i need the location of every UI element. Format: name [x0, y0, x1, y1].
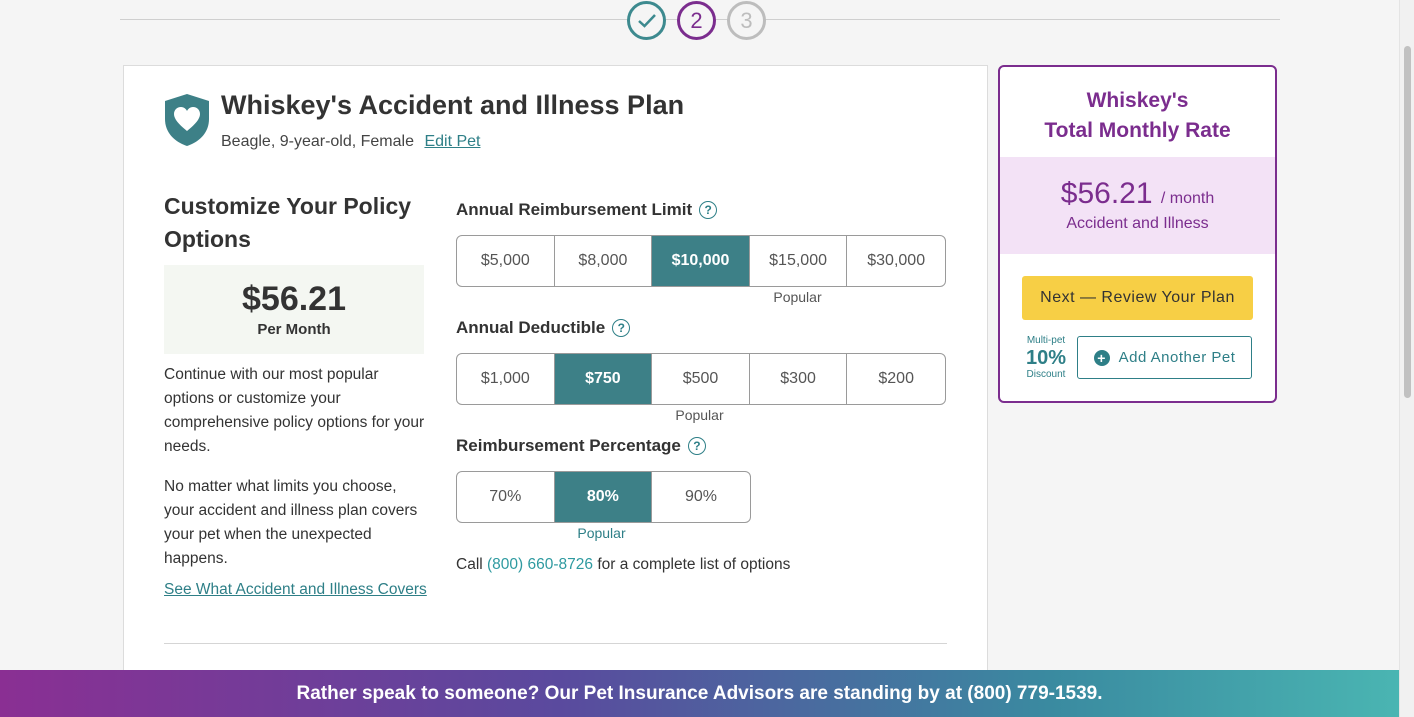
discount-bottom-label: Discount: [1026, 369, 1066, 380]
percentage-option-70[interactable]: 70%: [457, 472, 555, 522]
scrollbar-thumb[interactable]: [1404, 46, 1411, 398]
discount-value: 10%: [1025, 347, 1067, 369]
add-pet-label: Add Another Pet: [1118, 349, 1236, 366]
reimbursement-limit-label: Annual Reimbursement Limit ?: [456, 200, 718, 220]
pet-details-line: Beagle, 9-year-old, Female Edit Pet: [221, 133, 480, 151]
summary-title-line-1: Whiskey's: [1086, 89, 1189, 112]
next-review-plan-button[interactable]: Next — Review Your Plan: [1022, 276, 1253, 320]
pet-details: Beagle, 9-year-old, Female: [221, 133, 414, 150]
customize-description: Continue with our most popular options o…: [164, 366, 425, 455]
call-phone-link[interactable]: (800) 660-8726: [487, 556, 593, 573]
call-suffix: for a complete list of options: [597, 556, 791, 573]
monthly-rate-summary: Whiskey's Total Monthly Rate $56.21 / mo…: [998, 65, 1277, 403]
deductible-option-1000[interactable]: $1,000: [457, 354, 555, 404]
plus-circle-icon: +: [1093, 349, 1110, 366]
shield-heart-icon: [165, 94, 209, 146]
coverage-description: No matter what limits you choose, your a…: [164, 478, 418, 567]
deductible-popular-label: Popular: [675, 407, 724, 423]
limit-option-15000[interactable]: $15,000: [750, 236, 848, 286]
call-line: Call (800) 660-8726 for a complete list …: [456, 556, 790, 574]
step-2-current: 2: [677, 1, 716, 40]
deductible-option-500[interactable]: $500: [652, 354, 750, 404]
advisor-banner: Rather speak to someone? Our Pet Insuran…: [0, 670, 1399, 717]
limit-option-30000[interactable]: $30,000: [847, 236, 945, 286]
deductible-option-300[interactable]: $300: [750, 354, 848, 404]
edit-pet-link[interactable]: Edit Pet: [424, 133, 480, 150]
summary-price-band: $56.21 / month Accident and Illness: [1000, 157, 1275, 254]
percentage-option-90[interactable]: 90%: [652, 472, 750, 522]
see-covers-link[interactable]: See What Accident and Illness Covers: [164, 581, 427, 599]
help-icon[interactable]: ?: [687, 437, 706, 455]
deductible-option-750[interactable]: $750: [554, 354, 653, 404]
discount-top-label: Multi-pet: [1026, 335, 1066, 346]
reimbursement-percentage-text: Reimbursement Percentage: [456, 436, 681, 455]
deductible-option-200[interactable]: $200: [847, 354, 945, 404]
card-divider: [164, 643, 947, 644]
deductible-label: Annual Deductible ?: [456, 318, 631, 338]
percentage-popular-label: Popular: [577, 525, 626, 541]
help-icon[interactable]: ?: [612, 319, 631, 337]
limit-option-10000[interactable]: $10,000: [652, 236, 750, 286]
summary-price: $56.21: [1060, 177, 1153, 210]
monthly-price-box: $56.21 Per Month: [164, 265, 424, 354]
page-scrollbar[interactable]: [1399, 0, 1414, 717]
monthly-price: $56.21: [242, 280, 346, 318]
summary-per-month: / month: [1160, 190, 1215, 207]
add-another-pet-button[interactable]: + Add Another Pet: [1077, 336, 1252, 379]
summary-price-line: $56.21 / month: [1000, 177, 1275, 211]
reimbursement-limit-selector: $5,000 $8,000 $10,000 $15,000 $30,000: [456, 235, 946, 287]
help-icon[interactable]: ?: [699, 201, 718, 219]
deductible-selector: $1,000 $750 $500 $300 $200: [456, 353, 946, 405]
percentage-option-80[interactable]: 80%: [554, 472, 653, 522]
summary-plan-type: Accident and Illness: [1066, 215, 1209, 232]
price-period: Per Month: [257, 321, 331, 338]
plan-card: Whiskey's Accident and Illness Plan Beag…: [123, 65, 988, 685]
limit-popular-label: Popular: [773, 289, 822, 305]
reimbursement-limit-text: Annual Reimbursement Limit: [456, 200, 693, 219]
check-icon: [637, 13, 656, 28]
summary-title: Whiskey's Total Monthly Rate: [1000, 86, 1275, 146]
reimbursement-percentage-selector: 70% 80% 90%: [456, 471, 751, 523]
multi-pet-discount: Multi-pet 10% Discount: [1020, 335, 1072, 381]
plan-title: Whiskey's Accident and Illness Plan: [221, 90, 685, 120]
reimbursement-percentage-label: Reimbursement Percentage ?: [456, 436, 706, 456]
limit-option-5000[interactable]: $5,000: [457, 236, 555, 286]
step-1-complete: [627, 1, 666, 40]
call-prefix: Call: [456, 556, 483, 573]
deductible-text: Annual Deductible: [456, 318, 606, 337]
limit-option-8000[interactable]: $8,000: [555, 236, 653, 286]
summary-title-line-2: Total Monthly Rate: [1044, 119, 1231, 142]
step-3-upcoming: 3: [727, 1, 766, 40]
customize-title: Customize Your Policy Options: [164, 193, 412, 252]
